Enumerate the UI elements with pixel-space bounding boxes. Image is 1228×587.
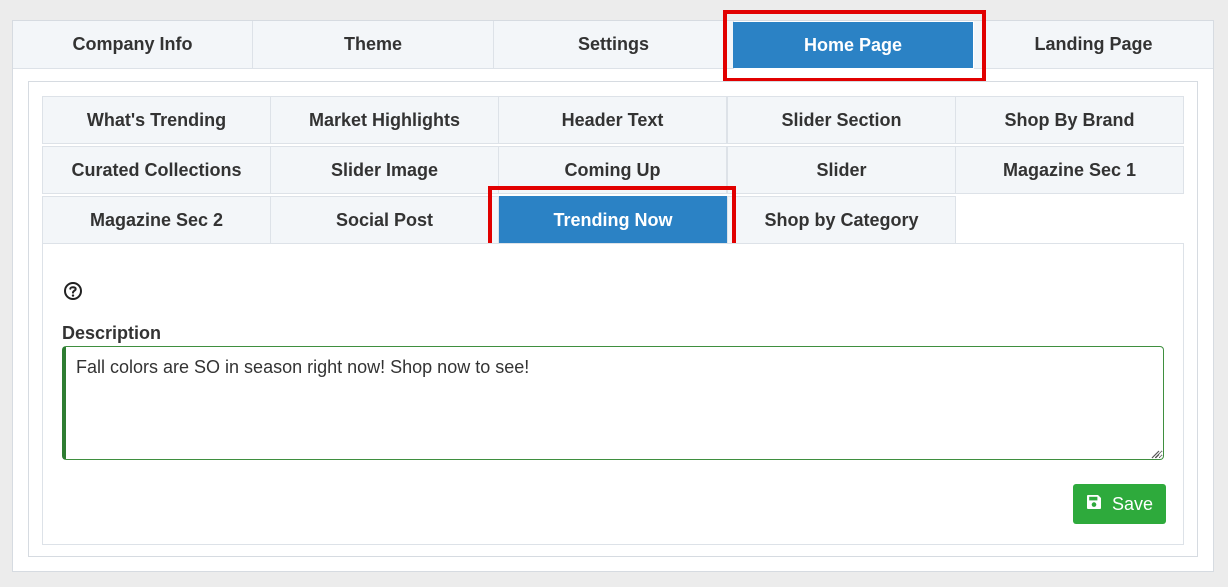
description-textarea[interactable]: Fall colors are SO in season right now! …	[62, 346, 1164, 460]
save-button-label: Save	[1111, 493, 1154, 514]
tab-company-info[interactable]: Company Info	[13, 21, 253, 69]
question-circle-icon[interactable]	[63, 281, 83, 301]
subtab-header-text[interactable]: Header Text	[498, 96, 727, 144]
description-label: Description	[62, 323, 162, 343]
subtab-coming-up[interactable]: Coming Up	[498, 146, 727, 194]
subtab-curated-collections[interactable]: Curated Collections	[42, 146, 271, 194]
subtab-slider-image[interactable]: Slider Image	[270, 146, 499, 194]
tab-theme[interactable]: Theme	[253, 21, 494, 69]
subtab-slider[interactable]: Slider	[727, 146, 956, 194]
subtab-trending-now[interactable]: Trending Now	[499, 196, 727, 244]
subtab-market-highlights[interactable]: Market Highlights	[270, 96, 499, 144]
save-button[interactable]: Save	[1073, 484, 1166, 524]
subtab-slider-section[interactable]: Slider Section	[727, 96, 956, 144]
resize-grip-icon[interactable]	[1150, 446, 1160, 459]
subtab-shop-by-brand[interactable]: Shop By Brand	[955, 96, 1184, 144]
tab-landing-page[interactable]: Landing Page	[974, 21, 1213, 69]
subtab-magazine-sec-2[interactable]: Magazine Sec 2	[42, 196, 271, 244]
floppy-disk-icon	[1086, 494, 1102, 515]
tab-home-page[interactable]: Home Page	[733, 22, 973, 68]
subtab-social-post[interactable]: Social Post	[270, 196, 499, 244]
subtab-magazine-sec-1[interactable]: Magazine Sec 1	[955, 146, 1184, 194]
tab-settings[interactable]: Settings	[494, 21, 734, 69]
subtab-whats-trending[interactable]: What's Trending	[42, 96, 271, 144]
subtab-shop-by-category[interactable]: Shop by Category	[727, 196, 956, 244]
top-tab-bar: Company Info Theme Settings Landing Page	[13, 21, 1213, 69]
